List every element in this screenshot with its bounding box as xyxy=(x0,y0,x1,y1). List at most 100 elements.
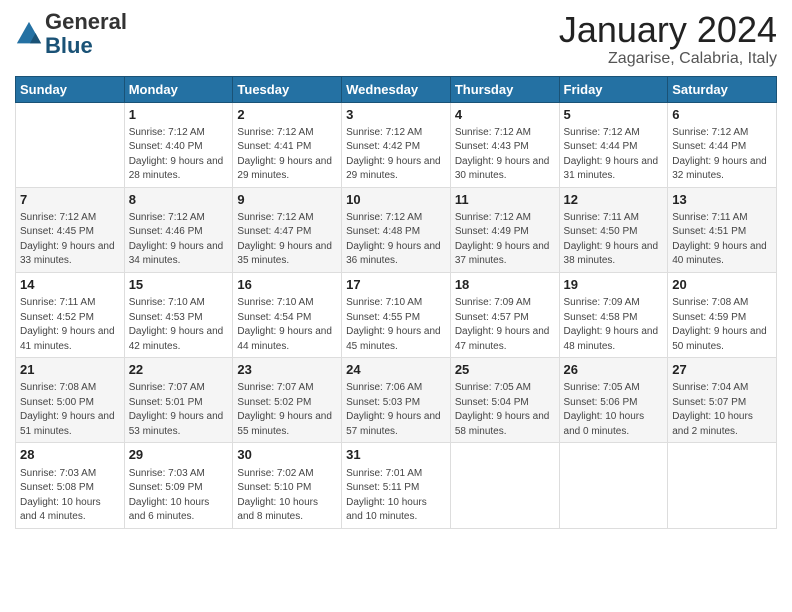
day-number: 10 xyxy=(346,191,446,209)
day-info: Sunrise: 7:12 AMSunset: 4:42 PMDaylight:… xyxy=(346,126,446,184)
day-info: Sunrise: 7:12 AMSunset: 4:49 PMDaylight:… xyxy=(455,211,555,269)
calendar-cell: 28 Sunrise: 7:03 AMSunset: 5:08 PMDayligh… xyxy=(16,443,125,528)
day-info: Sunrise: 7:03 AMSunset: 5:08 PMDaylight:… xyxy=(20,467,120,525)
calendar-header-tuesday: Tuesday xyxy=(233,76,342,102)
calendar-week-row: 1 Sunrise: 7:12 AMSunset: 4:40 PMDaylight… xyxy=(16,102,777,187)
calendar-cell xyxy=(16,102,125,187)
calendar-cell: 16 Sunrise: 7:10 AMSunset: 4:54 PMDayligh… xyxy=(233,272,342,357)
calendar-cell: 26 Sunrise: 7:05 AMSunset: 5:06 PMDayligh… xyxy=(559,358,668,443)
day-info: Sunrise: 7:12 AMSunset: 4:44 PMDaylight:… xyxy=(672,126,772,184)
day-number: 9 xyxy=(237,191,337,209)
day-info: Sunrise: 7:10 AMSunset: 4:54 PMDaylight:… xyxy=(237,296,337,354)
page: General Blue January 2024 Zagarise, Cala… xyxy=(0,0,792,612)
day-info: Sunrise: 7:07 AMSunset: 5:01 PMDaylight:… xyxy=(129,381,229,439)
calendar-cell: 18 Sunrise: 7:09 AMSunset: 4:57 PMDayligh… xyxy=(450,272,559,357)
calendar-cell xyxy=(450,443,559,528)
logo-blue: Blue xyxy=(45,33,93,58)
calendar-cell: 2Sunrise: 7:12 AMSunset: 4:41 PMDaylight… xyxy=(233,102,342,187)
day-info: Sunrise: 7:06 AMSunset: 5:03 PMDaylight:… xyxy=(346,381,446,439)
subtitle: Zagarise, Calabria, Italy xyxy=(559,50,777,68)
day-number: 30 xyxy=(237,446,337,464)
calendar-header-monday: Monday xyxy=(124,76,233,102)
day-number: 23 xyxy=(237,361,337,379)
calendar-cell: 6 Sunrise: 7:12 AMSunset: 4:44 PMDaylight… xyxy=(668,102,777,187)
calendar-cell: 25 Sunrise: 7:05 AMSunset: 5:04 PMDayligh… xyxy=(450,358,559,443)
day-info: Sunrise: 7:05 AMSunset: 5:04 PMDaylight:… xyxy=(455,381,555,439)
calendar-header-saturday: Saturday xyxy=(668,76,777,102)
day-number: 15 xyxy=(129,276,229,294)
calendar-cell: 21Sunrise: 7:08 AMSunset: 5:00 PMDayligh… xyxy=(16,358,125,443)
logo: General Blue xyxy=(15,10,127,58)
header: General Blue January 2024 Zagarise, Cala… xyxy=(15,10,777,68)
day-number: 12 xyxy=(564,191,664,209)
day-number: 18 xyxy=(455,276,555,294)
calendar-cell xyxy=(559,443,668,528)
day-info: Sunrise: 7:12 AMSunset: 4:40 PMDaylight:… xyxy=(129,126,229,184)
calendar-cell: 31 Sunrise: 7:01 AMSunset: 5:11 PMDayligh… xyxy=(342,443,451,528)
logo-general: General xyxy=(45,9,127,34)
calendar-cell: 15Sunrise: 7:10 AMSunset: 4:53 PMDayligh… xyxy=(124,272,233,357)
calendar-cell: 11 Sunrise: 7:12 AMSunset: 4:49 PMDayligh… xyxy=(450,187,559,272)
day-info: Sunrise: 7:12 AMSunset: 4:44 PMDaylight:… xyxy=(564,126,664,184)
day-info: Sunrise: 7:05 AMSunset: 5:06 PMDaylight:… xyxy=(564,381,664,439)
calendar-week-row: 7Sunrise: 7:12 AMSunset: 4:45 PMDaylight… xyxy=(16,187,777,272)
day-info: Sunrise: 7:09 AMSunset: 4:57 PMDaylight:… xyxy=(455,296,555,354)
day-number: 20 xyxy=(672,276,772,294)
day-info: Sunrise: 7:03 AMSunset: 5:09 PMDaylight:… xyxy=(129,467,229,525)
day-number: 2 xyxy=(237,106,337,124)
day-info: Sunrise: 7:12 AMSunset: 4:47 PMDaylight:… xyxy=(237,211,337,269)
calendar-week-row: 14 Sunrise: 7:11 AMSunset: 4:52 PMDayligh… xyxy=(16,272,777,357)
calendar-cell: 14 Sunrise: 7:11 AMSunset: 4:52 PMDayligh… xyxy=(16,272,125,357)
day-number: 8 xyxy=(129,191,229,209)
day-number: 11 xyxy=(455,191,555,209)
day-number: 25 xyxy=(455,361,555,379)
calendar-cell: 24 Sunrise: 7:06 AMSunset: 5:03 PMDayligh… xyxy=(342,358,451,443)
calendar-cell: 27 Sunrise: 7:04 AMSunset: 5:07 PMDayligh… xyxy=(668,358,777,443)
day-number: 17 xyxy=(346,276,446,294)
day-info: Sunrise: 7:08 AMSunset: 5:00 PMDaylight:… xyxy=(20,381,120,439)
calendar-cell: 19 Sunrise: 7:09 AMSunset: 4:58 PMDayligh… xyxy=(559,272,668,357)
title-block: January 2024 Zagarise, Calabria, Italy xyxy=(559,10,777,68)
day-number: 27 xyxy=(672,361,772,379)
calendar-week-row: 28 Sunrise: 7:03 AMSunset: 5:08 PMDayligh… xyxy=(16,443,777,528)
calendar-cell: 9 Sunrise: 7:12 AMSunset: 4:47 PMDaylight… xyxy=(233,187,342,272)
day-number: 26 xyxy=(564,361,664,379)
day-info: Sunrise: 7:11 AMSunset: 4:52 PMDaylight:… xyxy=(20,296,120,354)
day-number: 4 xyxy=(455,106,555,124)
calendar-cell xyxy=(668,443,777,528)
day-number: 19 xyxy=(564,276,664,294)
calendar-cell: 20Sunrise: 7:08 AMSunset: 4:59 PMDayligh… xyxy=(668,272,777,357)
calendar-table: SundayMondayTuesdayWednesdayThursdayFrid… xyxy=(15,76,777,529)
calendar-cell: 12 Sunrise: 7:11 AMSunset: 4:50 PMDayligh… xyxy=(559,187,668,272)
day-number: 5 xyxy=(564,106,664,124)
day-number: 13 xyxy=(672,191,772,209)
calendar-cell: 4Sunrise: 7:12 AMSunset: 4:43 PMDaylight… xyxy=(450,102,559,187)
day-info: Sunrise: 7:11 AMSunset: 4:50 PMDaylight:… xyxy=(564,211,664,269)
day-info: Sunrise: 7:01 AMSunset: 5:11 PMDaylight:… xyxy=(346,467,446,525)
calendar-cell: 5 Sunrise: 7:12 AMSunset: 4:44 PMDaylight… xyxy=(559,102,668,187)
day-info: Sunrise: 7:09 AMSunset: 4:58 PMDaylight:… xyxy=(564,296,664,354)
calendar-cell: 1 Sunrise: 7:12 AMSunset: 4:40 PMDaylight… xyxy=(124,102,233,187)
day-number: 7 xyxy=(20,191,120,209)
calendar-cell: 7Sunrise: 7:12 AMSunset: 4:45 PMDaylight… xyxy=(16,187,125,272)
calendar-header-row: SundayMondayTuesdayWednesdayThursdayFrid… xyxy=(16,76,777,102)
day-number: 16 xyxy=(237,276,337,294)
day-info: Sunrise: 7:07 AMSunset: 5:02 PMDaylight:… xyxy=(237,381,337,439)
day-number: 31 xyxy=(346,446,446,464)
calendar-cell: 23 Sunrise: 7:07 AMSunset: 5:02 PMDayligh… xyxy=(233,358,342,443)
calendar-cell: 8Sunrise: 7:12 AMSunset: 4:46 PMDaylight… xyxy=(124,187,233,272)
month-title: January 2024 xyxy=(559,10,777,50)
calendar-cell: 17Sunrise: 7:10 AMSunset: 4:55 PMDayligh… xyxy=(342,272,451,357)
day-number: 14 xyxy=(20,276,120,294)
day-number: 28 xyxy=(20,446,120,464)
calendar-cell: 13Sunrise: 7:11 AMSunset: 4:51 PMDayligh… xyxy=(668,187,777,272)
day-number: 1 xyxy=(129,106,229,124)
day-number: 6 xyxy=(672,106,772,124)
day-number: 29 xyxy=(129,446,229,464)
calendar-header-friday: Friday xyxy=(559,76,668,102)
calendar-cell: 3Sunrise: 7:12 AMSunset: 4:42 PMDaylight… xyxy=(342,102,451,187)
logo-icon xyxy=(15,20,43,48)
calendar-header-sunday: Sunday xyxy=(16,76,125,102)
day-number: 24 xyxy=(346,361,446,379)
day-info: Sunrise: 7:04 AMSunset: 5:07 PMDaylight:… xyxy=(672,381,772,439)
